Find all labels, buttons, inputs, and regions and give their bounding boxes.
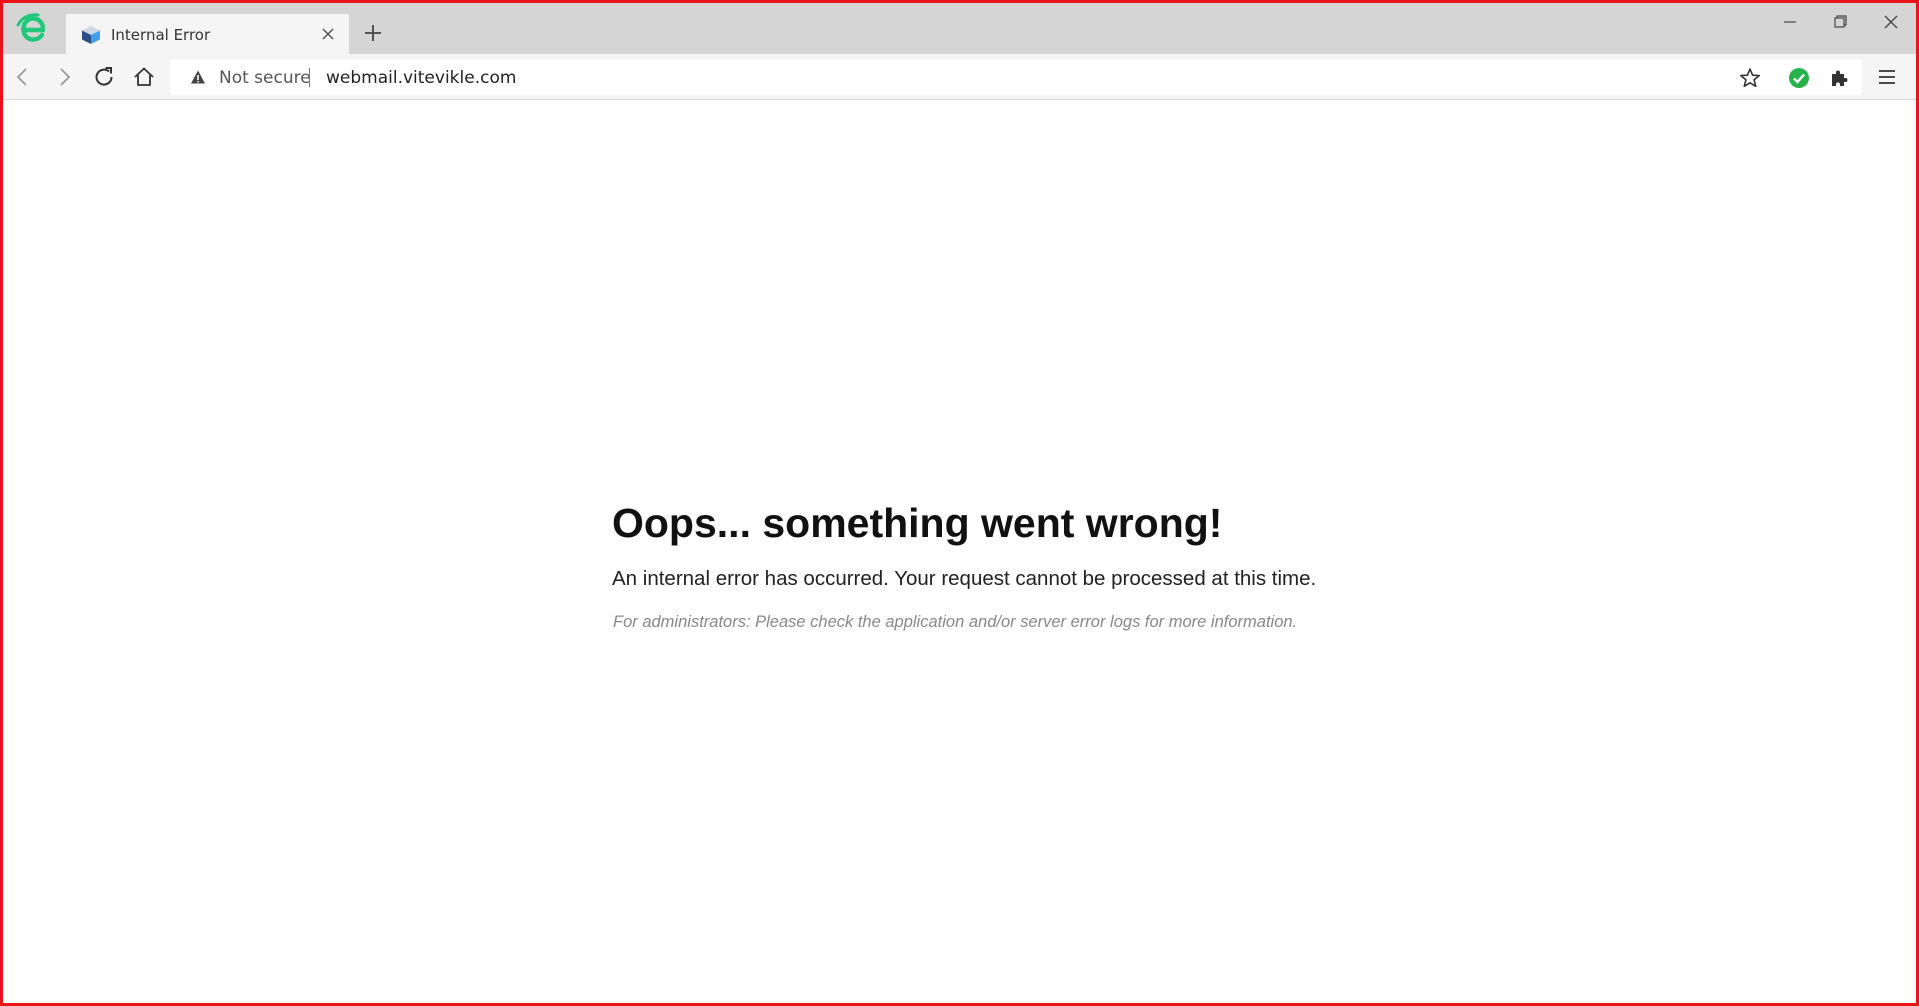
- green-check-icon[interactable]: [1787, 66, 1811, 90]
- close-window-icon[interactable]: [1877, 12, 1905, 32]
- admin-note: For administrators: Please check the app…: [613, 613, 1298, 631]
- forward-icon[interactable]: [51, 64, 77, 90]
- home-icon[interactable]: [131, 64, 157, 90]
- error-content: Oops... something went wrong! An interna…: [612, 497, 1512, 631]
- error-message: An internal error has occurred. Your req…: [612, 567, 1317, 590]
- toolbar: Not secure webmail.vitevikle.com: [0, 54, 1919, 100]
- cube-favicon-icon: [82, 26, 100, 44]
- minimize-icon[interactable]: [1776, 12, 1804, 32]
- tab-title: Internal Error: [111, 26, 211, 44]
- restore-icon[interactable]: [1826, 12, 1854, 32]
- tab-internal-error[interactable]: Internal Error: [66, 14, 349, 54]
- hamburger-menu-icon[interactable]: [1875, 66, 1899, 88]
- title-bar: Internal Error: [0, 0, 1919, 54]
- error-heading: Oops... something went wrong!: [612, 500, 1223, 546]
- close-tab-icon[interactable]: [319, 25, 337, 43]
- back-icon[interactable]: [10, 64, 36, 90]
- reload-icon[interactable]: [91, 64, 117, 90]
- puzzle-icon[interactable]: [1827, 66, 1851, 90]
- not-secure-label[interactable]: Not secure: [219, 68, 311, 88]
- url-text[interactable]: webmail.vitevikle.com: [326, 68, 516, 88]
- url-separator: [309, 68, 310, 87]
- address-bar[interactable]: Not secure webmail.vitevikle.com: [170, 59, 1862, 95]
- star-icon[interactable]: [1738, 66, 1762, 90]
- warning-icon[interactable]: [190, 69, 206, 85]
- browser-logo-icon[interactable]: [14, 11, 50, 47]
- new-tab-icon[interactable]: [362, 22, 384, 44]
